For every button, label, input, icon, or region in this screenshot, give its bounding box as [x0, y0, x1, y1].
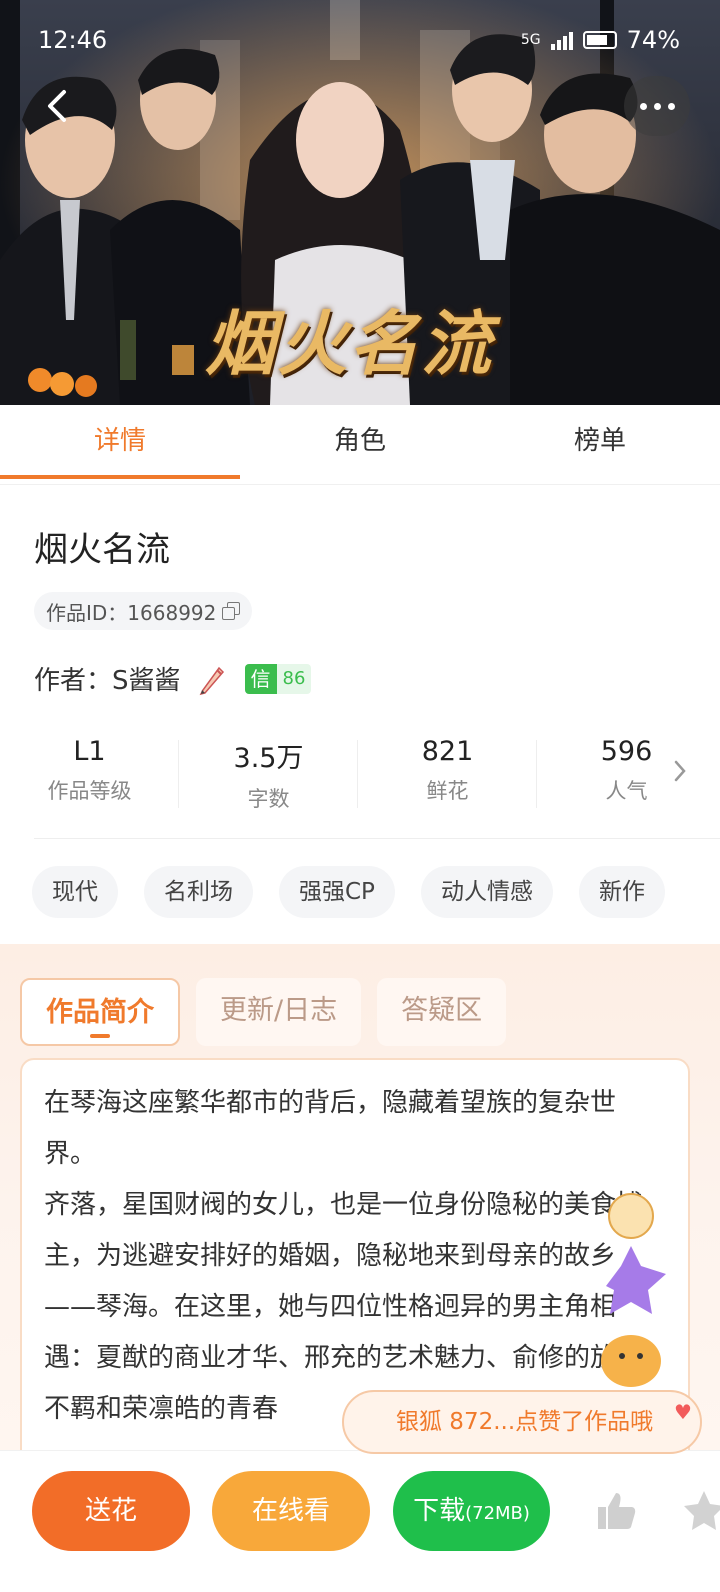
more-dot-icon	[639, 102, 647, 110]
stats-row[interactable]: L1 作品等级 3.5万 字数 821 鲜花 596 人气	[0, 730, 720, 840]
pencil-icon	[199, 666, 224, 695]
like-notification-text: 银狐 872...点赞了作品哦	[396, 1409, 654, 1435]
stat-label: 作品等级	[47, 779, 132, 803]
credit-badge-label: 信	[244, 663, 277, 694]
tab-details[interactable]: 详情	[0, 405, 240, 484]
work-id-chip[interactable]: 作品ID：1668992	[34, 592, 253, 630]
chevron-left-icon	[48, 90, 66, 122]
like-notification: 银狐 872...点赞了作品哦 ♥	[342, 1390, 702, 1454]
tag-chip[interactable]: 动人情感	[420, 866, 553, 918]
credit-score: 86	[276, 663, 312, 694]
tag-list: 现代 名利场 强强CP 动人情感 新作	[32, 866, 665, 918]
author-row: 作者： S酱酱 信 86	[34, 660, 312, 697]
book-title: 烟火名流	[34, 530, 170, 570]
tab-rankings[interactable]: 榜单	[480, 405, 720, 484]
intro-tabs: 作品简介 更新/日志 答疑区	[20, 978, 507, 1046]
copy-icon[interactable]	[222, 602, 241, 620]
download-label: 下载	[413, 1496, 466, 1526]
status-bar: 12:46 5G 74%	[0, 0, 720, 80]
battery-level: 74%	[626, 26, 680, 54]
stat-word-count: 3.5万 字数	[179, 730, 358, 840]
send-flower-button[interactable]: 送花	[32, 1471, 190, 1551]
mascot-sticker-icon	[601, 1193, 666, 1387]
thumbs-up-icon[interactable]	[592, 1487, 640, 1535]
bottom-action-bar: 送花 在线看 下载(72MB)	[0, 1450, 720, 1592]
status-icons: 5G 74%	[521, 26, 680, 54]
stat-value: 3.5万	[233, 743, 304, 774]
status-time: 12:46	[38, 26, 108, 54]
work-id-text: 作品ID：1668992	[46, 600, 217, 625]
divider	[34, 838, 720, 839]
star-icon[interactable]	[680, 1487, 720, 1535]
stat-level: L1 作品等级	[0, 730, 179, 840]
cover-title-art: 烟火名流	[205, 302, 493, 385]
more-dot-icon	[667, 102, 675, 110]
more-button[interactable]	[624, 76, 690, 136]
tag-chip[interactable]: 现代	[32, 866, 118, 918]
download-size: (72MB)	[465, 1503, 530, 1524]
download-button[interactable]: 下载(72MB)	[393, 1471, 550, 1551]
tab-qa[interactable]: 答疑区	[377, 978, 507, 1046]
stat-label: 鲜花	[426, 779, 469, 803]
stat-value: 821	[421, 736, 474, 767]
stat-label: 字数	[247, 787, 290, 811]
synopsis-paragraph: 在琴海这座繁华都市的背后，隐藏着望族的复杂世界。	[44, 1088, 617, 1169]
read-online-button[interactable]: 在线看	[212, 1471, 370, 1551]
tab-synopsis[interactable]: 作品简介	[20, 978, 180, 1046]
author-label: 作者：	[34, 666, 113, 696]
tab-characters[interactable]: 角色	[240, 405, 480, 484]
more-dot-icon	[653, 102, 661, 110]
tag-chip[interactable]: 新作	[578, 866, 665, 918]
signal-icon	[550, 30, 573, 50]
detail-tabs: 详情 角色 榜单	[0, 405, 720, 485]
chevron-right-icon[interactable]	[670, 756, 690, 786]
stat-flowers: 821 鲜花	[358, 730, 537, 840]
battery-icon	[582, 31, 617, 49]
stat-value: L1	[73, 736, 106, 767]
author-name[interactable]: S酱酱	[112, 660, 181, 697]
credit-badge[interactable]: 信 86	[244, 663, 312, 694]
tab-updates-log[interactable]: 更新/日志	[196, 978, 362, 1046]
network-label: 5G	[520, 32, 541, 48]
tag-chip[interactable]: 名利场	[144, 866, 253, 918]
heart-icon: ♥	[674, 1400, 692, 1424]
tag-chip[interactable]: 强强CP	[279, 866, 395, 918]
back-button[interactable]	[38, 82, 78, 130]
